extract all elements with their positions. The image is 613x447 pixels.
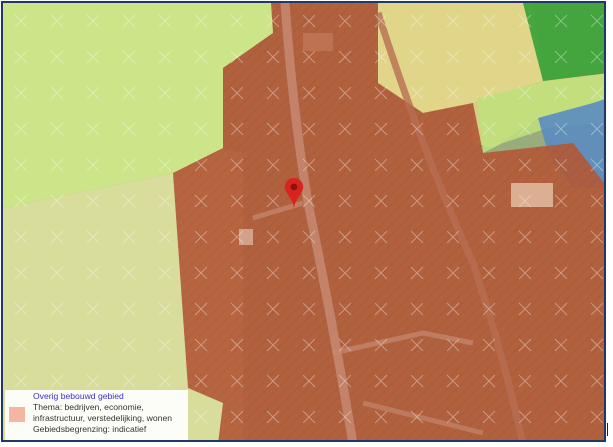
- legend-title: Overig bebouwd gebied: [33, 391, 124, 401]
- map-canvas[interactable]: [3, 3, 606, 442]
- edge-divider: [607, 423, 608, 436]
- legend-swatch: [9, 407, 25, 422]
- map-legend: Overig bebouwd gebied Thema: bedrijven, …: [5, 390, 188, 440]
- legend-theme-continued: infrastructuur, verstedelijking, wonen: [33, 413, 173, 423]
- legend-theme: Thema: bedrijven, economie,: [33, 402, 144, 412]
- legend-boundary: Gebiedsbegrenzing: indicatief: [33, 424, 147, 434]
- map-frame: Overig bebouwd gebied Thema: bedrijven, …: [1, 1, 606, 442]
